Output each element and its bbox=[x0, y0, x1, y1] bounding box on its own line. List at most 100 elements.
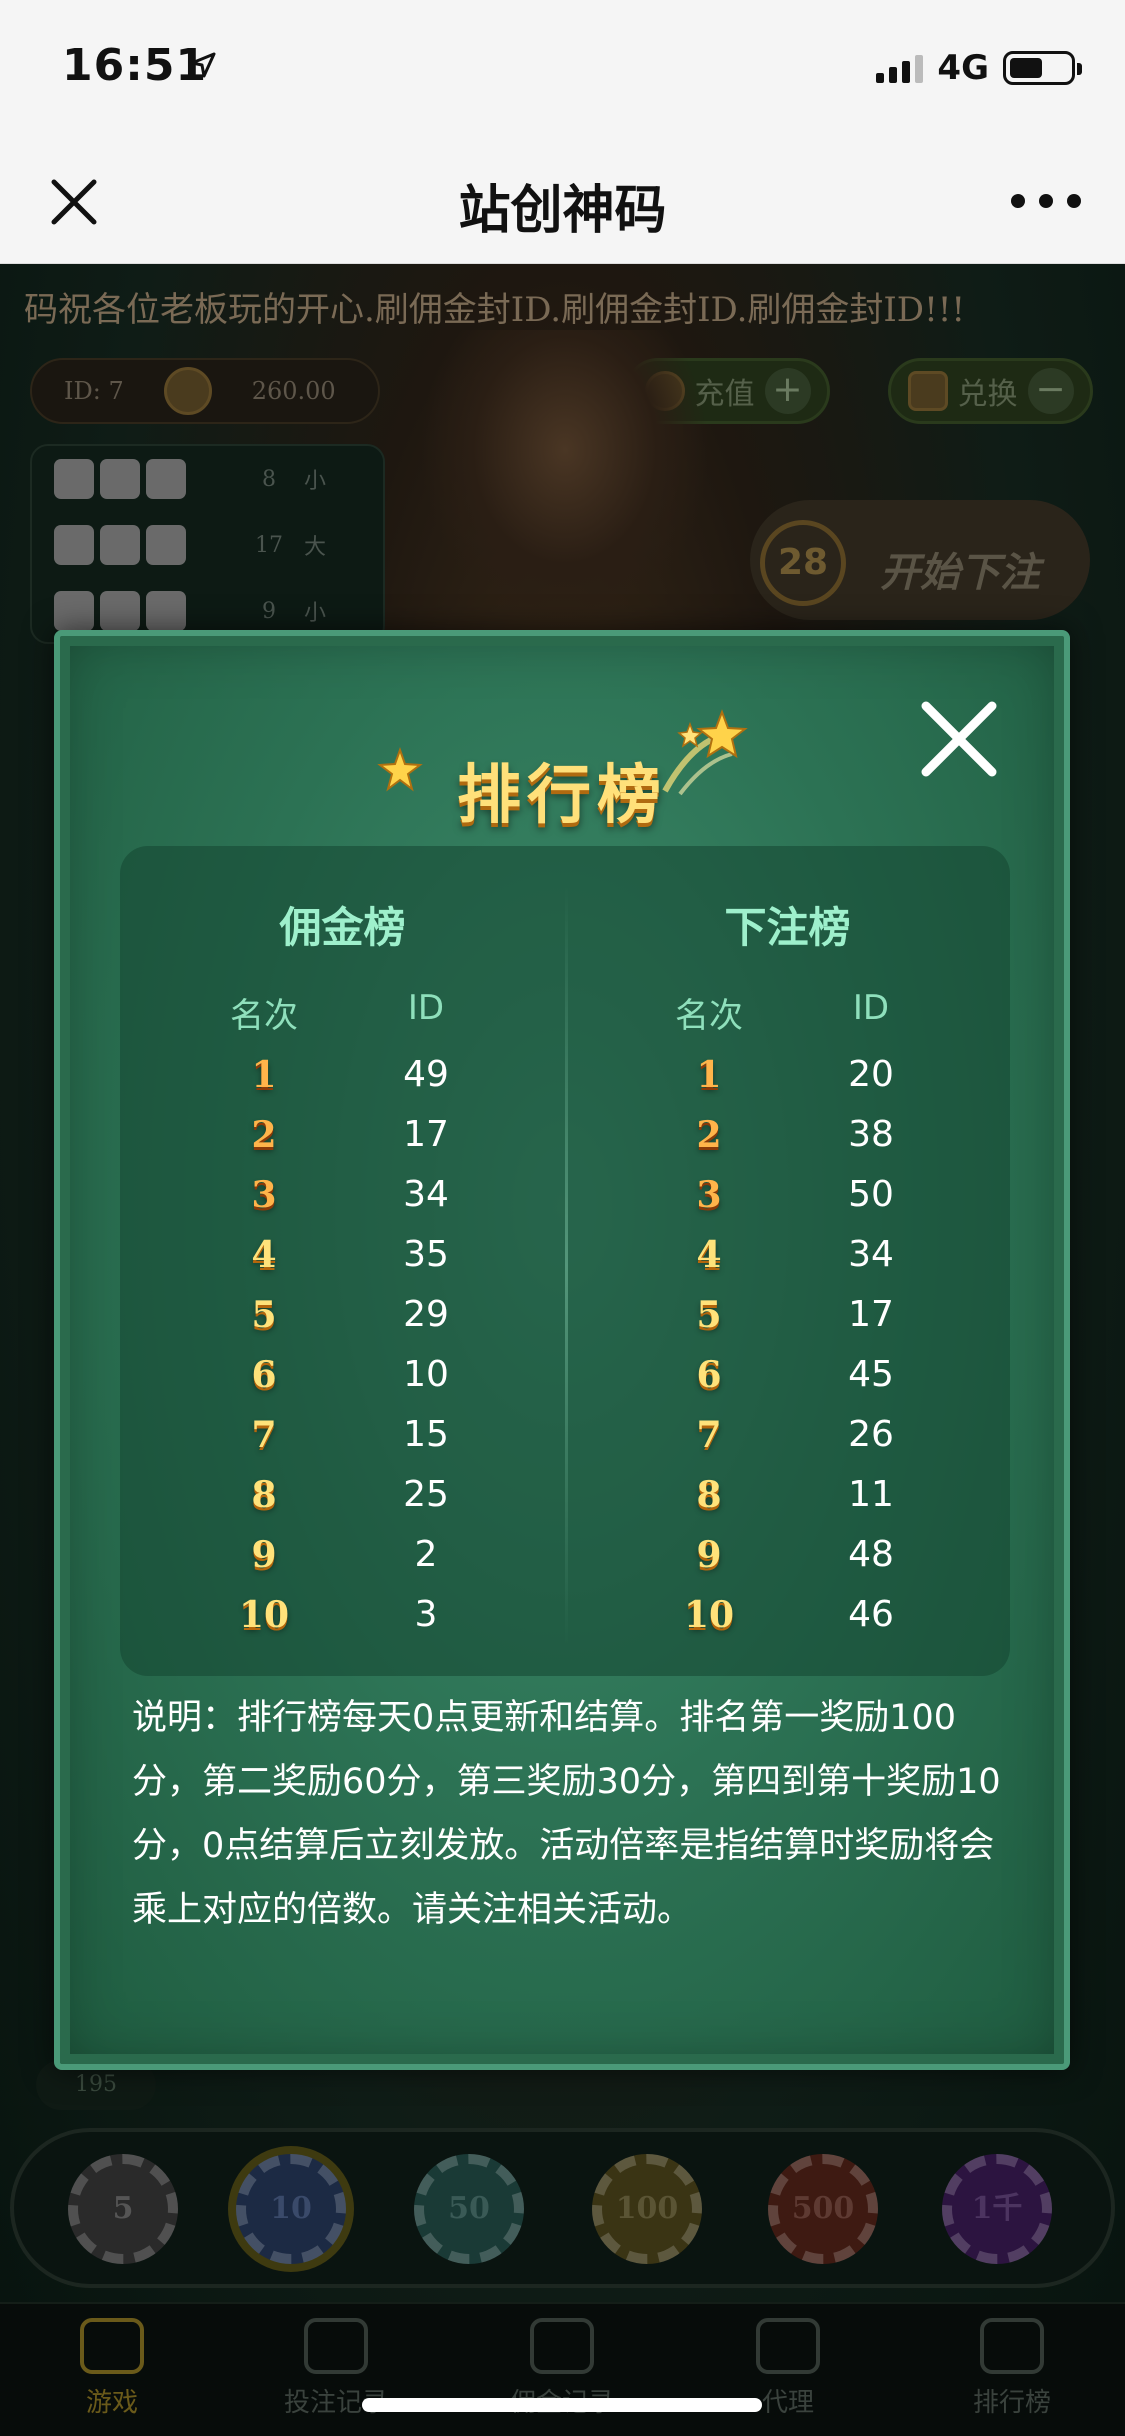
rank-number: 1 bbox=[251, 1054, 277, 1096]
countdown: 28 bbox=[760, 520, 846, 606]
player-id: 50 bbox=[848, 1174, 894, 1215]
trophy-icon bbox=[980, 2318, 1044, 2374]
nav-bar: 站创神码 bbox=[0, 140, 1125, 264]
dice-icon bbox=[54, 459, 94, 499]
plus-icon: + bbox=[764, 368, 811, 414]
dice-sum: 8 bbox=[262, 466, 276, 492]
rank-number: 5 bbox=[696, 1294, 722, 1336]
rank-number: 3 bbox=[696, 1174, 722, 1216]
rank-header: 名次 bbox=[230, 996, 298, 1036]
player-id: 49 bbox=[403, 1054, 449, 1095]
betting-board-title: 下注榜 bbox=[724, 903, 851, 952]
more-icon[interactable] bbox=[1011, 194, 1081, 208]
user-id: ID: 7 bbox=[64, 377, 124, 405]
history-row: 17 大 bbox=[32, 512, 383, 578]
exchange-button[interactable]: 兑换 − bbox=[888, 358, 1093, 424]
table-row: 7 26 bbox=[565, 1414, 1010, 1474]
rank-number: 8 bbox=[696, 1474, 722, 1516]
table-row: 3 50 bbox=[565, 1174, 1010, 1234]
start-bet-label: 开始下注 bbox=[880, 550, 1040, 596]
player-id: 25 bbox=[403, 1474, 449, 1515]
page-title: 站创神码 bbox=[458, 181, 667, 241]
rank-number: 2 bbox=[696, 1114, 722, 1156]
rank-header: 名次 bbox=[675, 996, 743, 1036]
history-row: 8 小 bbox=[32, 446, 383, 512]
gamepad-icon bbox=[80, 2318, 144, 2374]
dice-icon bbox=[100, 459, 140, 499]
tab-leaderboard[interactable]: 排行榜 bbox=[922, 2318, 1102, 2419]
player-id: 45 bbox=[848, 1354, 894, 1395]
table-row: 8 25 bbox=[120, 1474, 565, 1534]
rank-number: 6 bbox=[251, 1354, 277, 1396]
table-row: 6 10 bbox=[120, 1354, 565, 1414]
player-id: 17 bbox=[848, 1294, 894, 1335]
rank-number: 1 bbox=[696, 1054, 722, 1096]
announcement-marquee: 码祝各位老板玩的开心.刷佣金封ID.刷佣金封ID.刷佣金封ID!!! bbox=[24, 290, 966, 324]
leaderboard-board: 佣金榜 名次 ID 1 49 2 17 3 34 4 35 5 29 6 10 7 15 82… bbox=[120, 846, 1010, 1676]
table-row: 1 20 bbox=[565, 1054, 1010, 1114]
location-arrow-icon bbox=[190, 52, 216, 78]
player-id: 20 bbox=[848, 1054, 894, 1095]
player-id: 17 bbox=[403, 1114, 449, 1155]
dice-sum: 17 bbox=[255, 532, 283, 558]
signal-icon bbox=[876, 53, 924, 83]
commission-board-title: 佣金榜 bbox=[279, 903, 406, 952]
player-id: 10 bbox=[403, 1354, 449, 1395]
table-row: 2 17 bbox=[120, 1114, 565, 1174]
user-info-pill: ID: 7 260.00 bbox=[30, 358, 380, 424]
leaderboard-title: 排行榜 bbox=[457, 759, 667, 833]
rank-number: 7 bbox=[251, 1414, 277, 1456]
rank-number: 4 bbox=[251, 1234, 277, 1276]
status-indicators: 4G bbox=[876, 48, 1082, 88]
minus-icon: − bbox=[1027, 368, 1074, 414]
chip-50[interactable]: 50 bbox=[414, 2154, 524, 2264]
modal-title: 排行榜 bbox=[60, 744, 1064, 836]
chip-100[interactable]: 100 bbox=[592, 2154, 702, 2264]
table-row: 7 15 bbox=[120, 1414, 565, 1474]
rank-number: 10 bbox=[683, 1594, 735, 1636]
rank-number: 3 bbox=[251, 1174, 277, 1216]
table-row: 9 48 bbox=[565, 1534, 1010, 1594]
dice-icon bbox=[146, 459, 186, 499]
player-id: 34 bbox=[403, 1174, 449, 1215]
dice-icon bbox=[54, 591, 94, 631]
home-indicator[interactable] bbox=[362, 2398, 762, 2412]
player-id: 26 bbox=[848, 1414, 894, 1455]
id-header: ID bbox=[407, 988, 445, 1028]
rank-number: 10 bbox=[238, 1594, 290, 1636]
player-id: 48 bbox=[848, 1534, 894, 1575]
chip-1000[interactable]: 1千 bbox=[942, 2154, 1052, 2264]
table-row: 6 45 bbox=[565, 1354, 1010, 1414]
coin-icon bbox=[163, 367, 212, 415]
chip-5[interactable]: 5 bbox=[68, 2154, 178, 2264]
tab-game[interactable]: 游戏 bbox=[22, 2318, 202, 2419]
notebook-icon bbox=[304, 2318, 368, 2374]
player-id: 34 bbox=[848, 1234, 894, 1275]
rank-number: 5 bbox=[251, 1294, 277, 1336]
shooting-stars-icon bbox=[662, 709, 748, 796]
dice-result: 小 bbox=[304, 601, 327, 626]
table-row: 5 17 bbox=[565, 1294, 1010, 1354]
dice-icon bbox=[146, 525, 186, 565]
player-id: 29 bbox=[403, 1294, 449, 1335]
table-row: 8 11 bbox=[565, 1474, 1010, 1534]
chip-10[interactable]: 10 bbox=[236, 2154, 346, 2264]
rank-number: 8 bbox=[251, 1474, 277, 1516]
network-type: 4G bbox=[937, 48, 989, 88]
close-icon[interactable] bbox=[916, 696, 1002, 782]
dice-icon bbox=[100, 591, 140, 631]
player-id: 2 bbox=[414, 1534, 438, 1575]
table-row: 4 35 bbox=[120, 1234, 565, 1294]
player-id: 38 bbox=[848, 1114, 894, 1155]
rank-number: 6 bbox=[696, 1354, 722, 1396]
table-row: 3 34 bbox=[120, 1174, 565, 1234]
money-bag-icon bbox=[530, 2318, 594, 2374]
status-bar: 16:51 4G bbox=[0, 0, 1125, 140]
dice-history: 8 小 17 大 9 小 bbox=[30, 444, 385, 644]
id-header: ID bbox=[852, 988, 890, 1028]
dice-sum: 9 bbox=[262, 598, 276, 624]
piggy-bank-icon bbox=[756, 2318, 820, 2374]
player-id: 15 bbox=[403, 1414, 449, 1455]
chip-500[interactable]: 500 bbox=[768, 2154, 878, 2264]
leaderboard-modal: 排行榜 佣金榜 名次 ID 1 49 2 17 3 34 4 35 5 29 6 10 71… bbox=[54, 630, 1070, 2070]
